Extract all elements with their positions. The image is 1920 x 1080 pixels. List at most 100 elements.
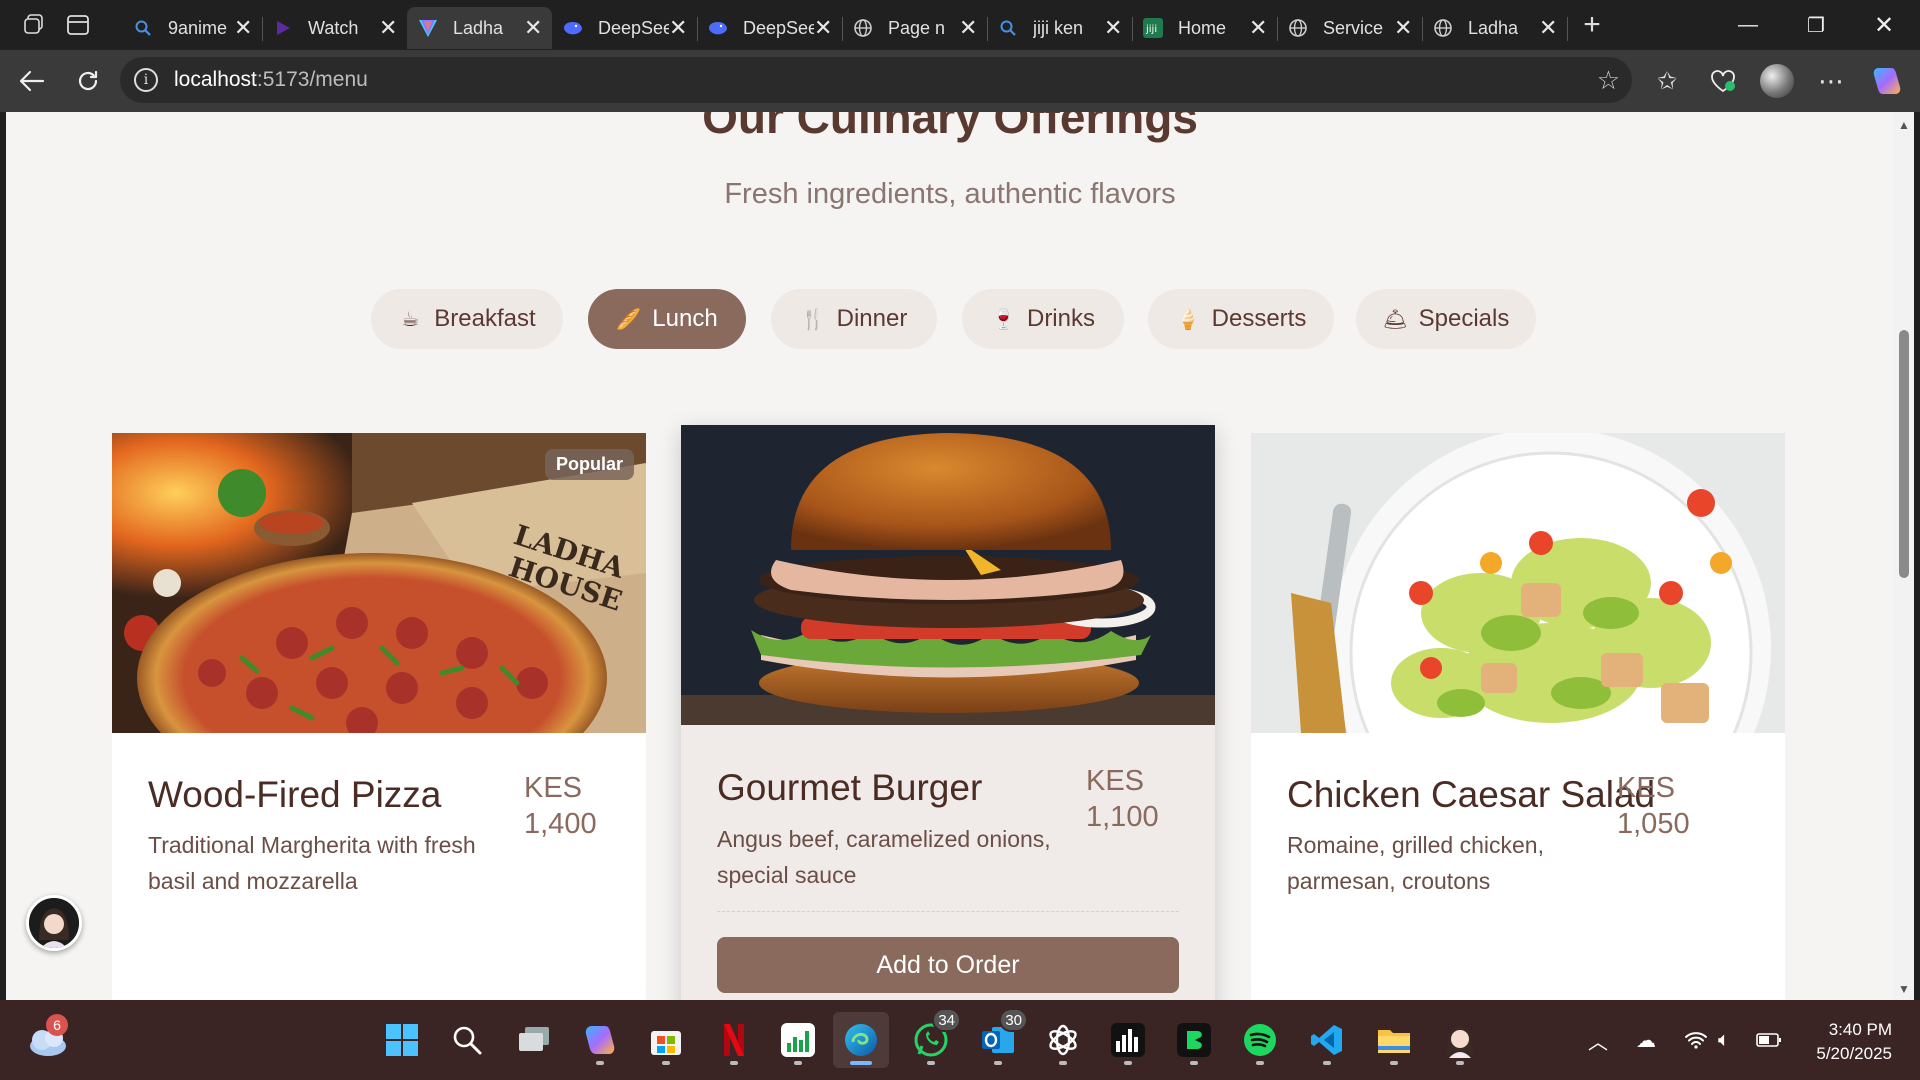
browser-tab[interactable]: DeepSeek ✕ bbox=[697, 7, 843, 49]
close-tab-icon[interactable]: ✕ bbox=[1104, 15, 1122, 41]
weather-widget-icon[interactable]: 6 bbox=[20, 1012, 76, 1068]
edge-icon[interactable] bbox=[833, 1012, 889, 1068]
url-text[interactable]: localhost:5173/menu bbox=[174, 68, 368, 92]
stocks-icon[interactable] bbox=[770, 1012, 826, 1068]
vscode-icon[interactable] bbox=[1299, 1012, 1355, 1068]
wifi-icon[interactable] bbox=[1684, 1000, 1708, 1080]
scroll-up-arrow-icon[interactable]: ▲ bbox=[1894, 118, 1914, 132]
close-tab-icon[interactable]: ✕ bbox=[1249, 15, 1267, 41]
close-tab-icon[interactable]: ✕ bbox=[814, 15, 832, 41]
browser-tab[interactable]: Page n ✕ bbox=[842, 7, 988, 49]
category-label: Specials bbox=[1418, 305, 1510, 332]
copilot-icon[interactable] bbox=[572, 1012, 628, 1068]
category-tabs: ☕ Breakfast 🥖 Lunch 🍴 Dinner 🍷 Drinks 🍦 Dess… bbox=[6, 289, 1894, 349]
close-tab-icon[interactable]: ✕ bbox=[1539, 15, 1557, 41]
running-indicator bbox=[794, 1061, 802, 1065]
microsoft-store-icon[interactable] bbox=[638, 1012, 694, 1068]
close-tab-icon[interactable]: ✕ bbox=[1394, 15, 1412, 41]
address-bar-row: i localhost:5173/menu ☆ ✩ ⋯ bbox=[0, 50, 1920, 112]
browser-tab[interactable]: Watch ✕ bbox=[262, 7, 408, 49]
add-to-order-button[interactable]: Add to Order bbox=[717, 937, 1179, 993]
avatar-app-icon[interactable] bbox=[1432, 1012, 1488, 1068]
close-tab-icon[interactable]: ✕ bbox=[524, 15, 542, 41]
battery-icon[interactable] bbox=[1756, 1000, 1782, 1080]
close-tab-icon[interactable]: ✕ bbox=[959, 15, 977, 41]
jiji-icon: jiji bbox=[1142, 17, 1164, 39]
close-tab-icon[interactable]: ✕ bbox=[379, 15, 397, 41]
running-indicator bbox=[1124, 1061, 1132, 1065]
spotify-icon[interactable] bbox=[1232, 1012, 1288, 1068]
vertical-tabs-icon[interactable] bbox=[56, 0, 100, 50]
menu-card-featured[interactable]: Gourmet Burger KES 1,100 Angus beef, cara… bbox=[681, 425, 1215, 1000]
profile-avatar[interactable] bbox=[1752, 50, 1802, 112]
back-button[interactable] bbox=[4, 56, 60, 106]
category-tab-lunch[interactable]: 🥖 Lunch bbox=[588, 289, 746, 349]
deezer-icon[interactable] bbox=[1100, 1012, 1156, 1068]
category-tab-specials[interactable]: 🛎 Specials bbox=[1356, 289, 1536, 349]
browser-tab[interactable]: jiji ken ✕ bbox=[987, 7, 1133, 49]
site-info-icon[interactable]: i bbox=[134, 68, 158, 92]
copilot-sidebar-icon[interactable] bbox=[1862, 50, 1912, 112]
new-tab-button[interactable]: + bbox=[1567, 0, 1617, 50]
wine-glass-icon: 🍷 bbox=[990, 308, 1016, 331]
tab-title: Service bbox=[1323, 17, 1384, 38]
tab-title: DeepSeek bbox=[598, 17, 669, 38]
scroll-down-arrow-icon[interactable]: ▼ bbox=[1894, 982, 1914, 996]
category-tab-drinks[interactable]: 🍷 Drinks bbox=[962, 289, 1124, 349]
favorite-star-icon[interactable]: ☆ bbox=[1597, 65, 1620, 96]
tab-title: Ladha bbox=[453, 17, 504, 38]
chat-assistant-avatar[interactable] bbox=[26, 895, 82, 951]
browser-tab[interactable]: DeepSeek ✕ bbox=[552, 7, 698, 49]
spotify-alt-icon[interactable] bbox=[1166, 1012, 1222, 1068]
whatsapp-icon[interactable]: 34 bbox=[903, 1008, 961, 1068]
tab-title: Page n bbox=[888, 17, 946, 38]
refresh-button[interactable] bbox=[60, 56, 116, 106]
show-hidden-icons[interactable]: ︿ bbox=[1588, 1000, 1608, 1080]
favorites-icon[interactable]: ✩ bbox=[1642, 50, 1692, 112]
task-view-icon[interactable] bbox=[506, 1012, 562, 1068]
browser-tab[interactable]: jiji Home ✕ bbox=[1132, 7, 1278, 49]
search-icon[interactable] bbox=[439, 1012, 495, 1068]
scrollbar-thumb[interactable] bbox=[1899, 330, 1909, 578]
category-tab-desserts[interactable]: 🍦 Desserts bbox=[1148, 289, 1334, 349]
burger-image bbox=[681, 425, 1215, 725]
close-tab-icon[interactable]: ✕ bbox=[669, 15, 687, 41]
address-bar[interactable]: i localhost:5173/menu ☆ bbox=[120, 57, 1632, 103]
category-label: Dinner bbox=[836, 305, 908, 332]
netflix-icon[interactable] bbox=[706, 1012, 762, 1068]
tab-title: jiji ken bbox=[1033, 17, 1084, 38]
menu-card[interactable]: Chicken Caesar Salad KES 1,050 Romaine, g… bbox=[1251, 433, 1785, 1000]
item-price: KES 1,400 bbox=[524, 772, 597, 840]
system-clock[interactable]: 3:40 PM 5/20/2025 bbox=[1816, 1018, 1892, 1066]
running-indicator bbox=[994, 1061, 1002, 1065]
running-indicator bbox=[662, 1061, 670, 1065]
page-title: Our Culinary Offerings bbox=[702, 112, 1198, 143]
browser-tab[interactable]: Service ✕ bbox=[1277, 7, 1423, 49]
outlook-icon[interactable]: 30 bbox=[970, 1008, 1028, 1068]
notification-badge: 30 bbox=[999, 1008, 1028, 1032]
restore-button[interactable]: ❐ bbox=[1782, 0, 1850, 50]
browser-tab[interactable]: 9anime ✕ bbox=[122, 7, 263, 49]
browser-tab[interactable]: Ladha ✕ bbox=[1422, 7, 1568, 49]
close-window-button[interactable]: ✕ bbox=[1850, 0, 1918, 50]
file-explorer-icon[interactable] bbox=[1366, 1012, 1422, 1068]
running-indicator bbox=[1456, 1061, 1464, 1065]
browser-tab[interactable]: Ladha ✕ bbox=[407, 7, 552, 49]
menu-card[interactable]: LADHA HOUSE Popular Wood-Fired Pizza KES… bbox=[112, 433, 646, 1000]
search-icon bbox=[997, 17, 1019, 39]
category-tab-dinner[interactable]: 🍴 Dinner bbox=[771, 289, 937, 349]
workspaces-icon[interactable] bbox=[12, 0, 56, 50]
browser-essentials-icon[interactable] bbox=[1698, 50, 1748, 112]
more-menu-icon[interactable]: ⋯ bbox=[1806, 50, 1856, 112]
popular-badge: Popular bbox=[544, 449, 634, 480]
tab-title: Ladha bbox=[1468, 17, 1519, 38]
volume-icon[interactable]: 🔈︎ bbox=[1718, 1000, 1730, 1080]
onedrive-icon[interactable]: ☁ bbox=[1636, 1000, 1656, 1080]
concierge-bell-icon: 🛎 bbox=[1382, 308, 1409, 331]
chatgpt-icon[interactable] bbox=[1035, 1012, 1091, 1068]
start-icon[interactable] bbox=[374, 1012, 430, 1068]
minimize-button[interactable]: — bbox=[1714, 0, 1782, 50]
close-tab-icon[interactable]: ✕ bbox=[234, 15, 252, 41]
category-tab-breakfast[interactable]: ☕ Breakfast bbox=[371, 289, 563, 349]
page-scrollbar[interactable]: ▲ ▼ bbox=[1894, 112, 1914, 1000]
